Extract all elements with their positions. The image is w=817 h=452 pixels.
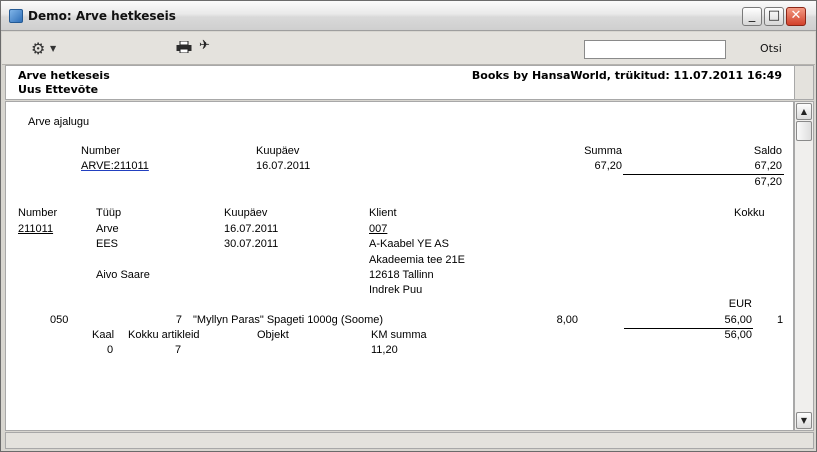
line-col-vat-sum: KM summa bbox=[371, 329, 427, 341]
line-col-weight: Kaal bbox=[92, 329, 115, 341]
scroll-up-button[interactable]: ▲ bbox=[796, 103, 812, 120]
printed-info: Books by HansaWorld, trükitud: 11.07.201… bbox=[471, 69, 782, 82]
report-name: Arve hetkeseis bbox=[18, 69, 110, 82]
maximize-button[interactable]: □ bbox=[764, 7, 784, 26]
report-header: Arve hetkeseis Uus Ettevõte Books by Han… bbox=[5, 65, 795, 100]
printer-icon[interactable] bbox=[176, 41, 192, 53]
customer-address-1: Akadeemia tee 21E bbox=[369, 254, 466, 266]
toolbar: ⚙ ▼ ✈ Otsi bbox=[2, 32, 815, 65]
line-vat-sum: 11,20 bbox=[371, 344, 398, 356]
scroll-thumb[interactable] bbox=[796, 121, 812, 141]
close-button[interactable]: ✕ bbox=[786, 7, 806, 26]
line-total: 56,00 bbox=[724, 329, 752, 341]
history-title: Arve ajalugu bbox=[28, 116, 90, 128]
history-total-rule bbox=[623, 174, 784, 175]
app-icon bbox=[9, 9, 23, 23]
title-bar[interactable]: Demo: Arve hetkeseis _ □ ✕ bbox=[1, 1, 816, 31]
history-total-balance: 67,20 bbox=[754, 176, 782, 188]
company-name: Uus Ettevõte bbox=[18, 83, 99, 96]
invoice-col-date: Kuupäev bbox=[224, 207, 268, 219]
line-vat-code: 1 bbox=[777, 314, 784, 326]
search-input[interactable] bbox=[584, 40, 726, 59]
pin-icon[interactable]: ✈ bbox=[199, 38, 210, 53]
history-row-balance: 67,20 bbox=[754, 160, 782, 172]
line-amount: 56,00 bbox=[724, 314, 752, 326]
customer-name: A-Kaabel YE AS bbox=[369, 238, 449, 250]
line-col-item-total: Kokku artikleid bbox=[128, 329, 200, 341]
line-unit-price: 8,00 bbox=[556, 314, 578, 326]
invoice-col-total: Kokku bbox=[734, 207, 765, 219]
invoice-col-number: Number bbox=[18, 207, 58, 219]
customer-code-link[interactable]: 007 bbox=[369, 223, 387, 235]
history-col-balance: Saldo bbox=[753, 145, 782, 157]
history-row-sum: 67,20 bbox=[594, 160, 622, 172]
line-item-code: 050 bbox=[50, 314, 69, 326]
scroll-down-button[interactable]: ▼ bbox=[796, 412, 812, 429]
chevron-down-icon[interactable]: ▼ bbox=[50, 44, 56, 53]
history-col-number: Number bbox=[81, 145, 121, 157]
salesman-name: Aivo Saare bbox=[96, 269, 150, 281]
vertical-scrollbar[interactable]: ▲ ▼ bbox=[794, 101, 814, 431]
line-col-object: Objekt bbox=[257, 329, 289, 341]
line-item-total: 7 bbox=[175, 344, 182, 356]
customer-contact: Indrek Puu bbox=[369, 284, 423, 296]
history-col-date: Kuupäev bbox=[256, 145, 300, 157]
invoice-col-type: Tüüp bbox=[96, 207, 122, 219]
line-quantity: 7 bbox=[175, 314, 182, 326]
gear-icon[interactable]: ⚙ bbox=[31, 39, 45, 58]
currency-label: EUR bbox=[728, 298, 752, 310]
search-button[interactable]: Otsi bbox=[760, 42, 782, 55]
history-row-date: 16.07.2011 bbox=[256, 160, 311, 172]
window-title: Demo: Arve hetkeseis bbox=[28, 9, 176, 23]
history-invoice-link[interactable]: ARVE:211011 bbox=[81, 160, 149, 172]
minimize-button[interactable]: _ bbox=[742, 7, 762, 26]
invoice-date: 16.07.2011 bbox=[224, 223, 279, 235]
customer-address-2: 12618 Tallinn bbox=[369, 269, 434, 281]
invoice-due-date: 30.07.2011 bbox=[224, 238, 279, 250]
app-window: Demo: Arve hetkeseis _ □ ✕ ⚙ ▼ ✈ Otsi Ar… bbox=[0, 0, 817, 452]
status-bar bbox=[5, 432, 814, 449]
invoice-type-2: EES bbox=[96, 238, 119, 250]
line-weight: 0 bbox=[107, 344, 114, 356]
history-col-sum: Summa bbox=[584, 145, 622, 157]
header-corner bbox=[795, 65, 814, 100]
line-description: "Myllyn Paras" Spageti 1000g (Soome) bbox=[193, 314, 384, 326]
report-content: Arve ajalugu Number Kuupäev Summa Saldo … bbox=[5, 101, 794, 431]
invoice-col-customer: Klient bbox=[369, 207, 397, 219]
invoice-type: Arve bbox=[96, 223, 119, 235]
invoice-number-link[interactable]: 211011 bbox=[18, 223, 53, 235]
